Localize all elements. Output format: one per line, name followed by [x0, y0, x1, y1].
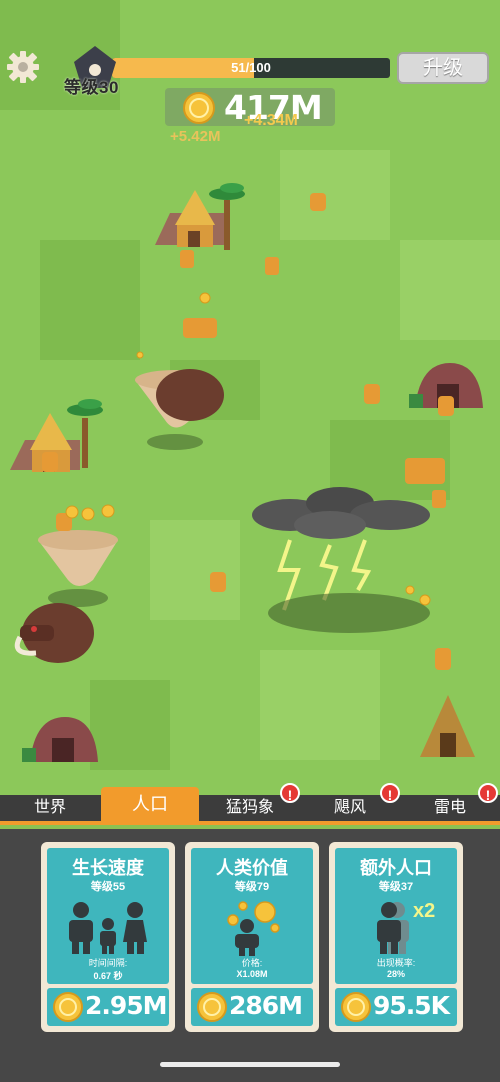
coin-icon [341, 992, 371, 1022]
price-value: 286M [229, 991, 303, 1020]
gain-popup: +4.34M [244, 112, 298, 129]
multiplier-label: x2 [413, 900, 436, 922]
buy-button[interactable]: 2.95M [47, 988, 169, 1026]
upgrade-card-growth-speed[interactable]: 生长速度 等级55 时间间隔: 0.67 秒 2.95M [41, 842, 175, 1032]
home-indicator[interactable] [160, 1062, 340, 1067]
gain-popup: +5.42M [170, 128, 221, 145]
level-label: 等级30 [64, 78, 119, 97]
card-body: 人类价值 等级79 价格: X1.08M [191, 848, 313, 984]
tab-bar: 世界 人口 猛犸象 ! 飓风 ! 雷电 ! [0, 783, 500, 825]
card-level: 等级79 [234, 881, 270, 893]
coin-icon [65, 292, 431, 606]
upgrade-button[interactable]: 升级 [397, 52, 489, 84]
xp-progress-bar: 51/100 [112, 58, 390, 78]
card-level: 等级55 [90, 881, 126, 893]
tab-world[interactable]: 世界 [0, 795, 100, 821]
alert-badge: ! [380, 783, 400, 803]
upgrade-panel: 生长速度 等级55 时间间隔: 0.67 秒 2.95M 人类价值 等级79 价… [0, 829, 500, 1082]
card-level: 等级37 [378, 881, 414, 893]
person-coins-icon [227, 901, 280, 956]
card-title: 人类价值 [216, 858, 288, 878]
alert-badge: ! [478, 783, 498, 803]
mammoth-icon [156, 369, 224, 421]
coin-icon [183, 92, 215, 124]
coin-icon [53, 992, 83, 1022]
card-stat-label: 价格: [241, 958, 263, 968]
card-body: 生长速度 等级55 时间间隔: 0.67 秒 [47, 848, 169, 984]
buy-button[interactable]: 286M [191, 988, 313, 1026]
xp-text: 51/100 [231, 60, 271, 75]
mammoth-icon [14, 603, 94, 663]
card-body: 额外人口 等级37 x2 出现概率: 28% [335, 848, 457, 984]
storm-shadow [268, 593, 430, 633]
card-title: 额外人口 [360, 858, 432, 878]
gear-icon[interactable] [6, 50, 40, 84]
straw-hut-icon [420, 695, 475, 757]
card-stat-value: X1.08M [236, 969, 268, 979]
upgrade-card-extra-population[interactable]: 额外人口 等级37 x2 出现概率: 28% 95.5K [329, 842, 463, 1032]
price-value: 2.95M [85, 991, 168, 1020]
buy-button[interactable]: 95.5K [335, 988, 457, 1026]
price-value: 95.5K [373, 991, 450, 1020]
tab-population[interactable]: 人口 [101, 787, 199, 821]
card-title: 生长速度 [72, 858, 144, 878]
card-stat-value: 28% [386, 969, 405, 979]
card-stat-value: 0.67 秒 [93, 971, 123, 981]
hut-icon [155, 190, 225, 247]
card-stat-label: 时间间隔: [88, 958, 128, 968]
upgrade-card-human-value[interactable]: 人类价值 等级79 价格: X1.08M 286M [185, 842, 319, 1032]
hud: 51/100 等级30 升级 417M +4.34M +5.42M [0, 0, 500, 160]
game-field[interactable]: 51/100 等级30 升级 417M +4.34M +5.42M [0, 0, 500, 795]
storm-cloud-icon [252, 487, 430, 539]
cave-icon [22, 717, 98, 762]
card-stat-label: 出现概率: [376, 958, 416, 968]
family-icon [69, 902, 147, 954]
coin-icon [197, 992, 227, 1022]
tornado-icon [38, 530, 118, 607]
alert-badge: ! [280, 783, 300, 803]
